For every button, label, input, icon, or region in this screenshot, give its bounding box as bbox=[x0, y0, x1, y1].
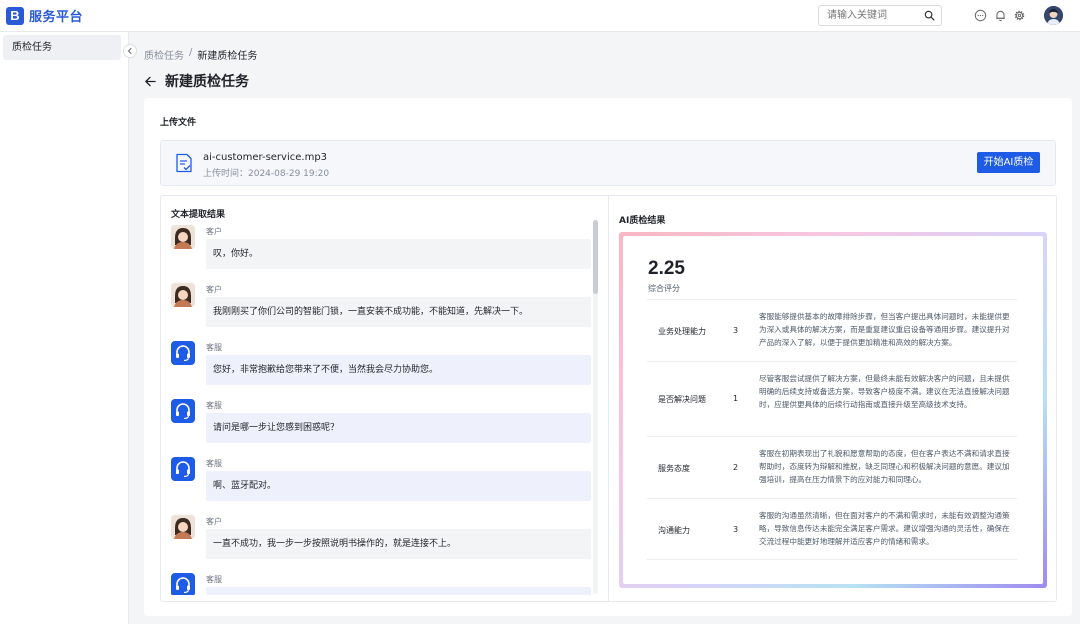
breadcrumb: 质检任务 / 新建质检任务 bbox=[144, 47, 257, 62]
page-title: 新建质检任务 bbox=[165, 74, 249, 90]
message-role: 客户 bbox=[206, 227, 222, 236]
eval-description: 尽管客服尝试提供了解决方案，但最终未能有效解决客户的问题，且未提供明确的后续支持… bbox=[759, 374, 1010, 409]
eval-description: 客服在初期表现出了礼貌和愿意帮助的态度，但在客户表达不满和请求直接帮助时，态度转… bbox=[759, 449, 1010, 484]
page-title-row: 新建质检任务 bbox=[144, 71, 249, 91]
eval-description: 客服的沟通虽然清晰，但在面对客户的不满和需求时，未能有效调整沟通策略，导致信息传… bbox=[759, 511, 1010, 546]
eval-score: 2 bbox=[733, 463, 739, 472]
sidebar-collapse-button[interactable] bbox=[123, 44, 137, 58]
transcript-section-label: 文本提取结果 bbox=[171, 210, 226, 220]
chevron-left-icon bbox=[127, 48, 132, 54]
customer-avatar bbox=[171, 283, 195, 307]
logo[interactable]: B 服务平台 bbox=[6, 6, 83, 25]
start-ai-qc-button[interactable]: 开始AI质检 bbox=[977, 152, 1040, 173]
message-role: 客户 bbox=[206, 517, 222, 526]
agent-avatar bbox=[171, 399, 195, 423]
bell-icon[interactable] bbox=[994, 9, 1007, 22]
eval-score: 3 bbox=[733, 525, 739, 534]
eval-dimension: 服务态度 bbox=[658, 464, 690, 473]
message-bubble: 我刚刚买了你们公司的智能门锁，一直安装不成功能，不能知道，先解决一下。 bbox=[206, 297, 591, 327]
message-role: 客户 bbox=[206, 285, 222, 294]
search-icon[interactable] bbox=[924, 10, 935, 21]
top-header: B 服务平台 bbox=[0, 0, 1080, 32]
search-input[interactable] bbox=[819, 6, 919, 25]
list-item: 客服 bbox=[171, 573, 591, 595]
back-arrow-icon[interactable] bbox=[144, 75, 157, 88]
table-row: 是否解决问题 1 尽管客服尝试提供了解决方案，但最终未能有效解决客户的问题，且未… bbox=[647, 361, 1017, 436]
list-item: 客服 啊、蓝牙配对。 bbox=[171, 457, 591, 515]
message-role: 客服 bbox=[206, 401, 222, 410]
sidebar: 质检任务 bbox=[0, 32, 129, 624]
list-item: 客户 我刚刚买了你们公司的智能门锁，一直安装不成功能，不能知道，先解决一下。 bbox=[171, 283, 591, 341]
breadcrumb-parent[interactable]: 质检任务 bbox=[144, 47, 184, 62]
eval-dimension: 业务处理能力 bbox=[658, 327, 706, 336]
logo-mark: B bbox=[6, 6, 24, 25]
breadcrumb-separator: / bbox=[189, 47, 193, 58]
headset-icon bbox=[176, 345, 190, 362]
table-row: 服务态度 2 客服在初期表现出了礼貌和愿意帮助的态度，但在客户表达不满和请求直接… bbox=[647, 436, 1017, 498]
eval-dimension: 沟通能力 bbox=[658, 526, 690, 535]
ai-result-panel: AI质检结果 2.25 综合评分 业务处理能力 3 客服能够提供基本的故障排除步… bbox=[608, 195, 1057, 602]
overall-score: 2.25 bbox=[648, 258, 685, 279]
eval-score: 1 bbox=[733, 394, 739, 403]
message-role: 客服 bbox=[206, 343, 222, 352]
eval-score: 3 bbox=[733, 326, 739, 335]
ai-result-section-label: AI质检结果 bbox=[619, 216, 666, 226]
agent-avatar bbox=[171, 457, 195, 481]
app-name: 服务平台 bbox=[29, 10, 84, 25]
eval-description: 客服能够提供基本的故障排除步骤，但当客户提出具体问题时，未能提供更为深入或具体的… bbox=[759, 312, 1010, 347]
file-name: ai-customer-service.mp3 bbox=[203, 152, 328, 163]
scrollbar-thumb[interactable] bbox=[593, 220, 598, 294]
headset-icon bbox=[176, 461, 190, 478]
list-item: 客服 请问是哪一步让您感到困惑呢？ bbox=[171, 399, 591, 457]
breadcrumb-current: 新建质检任务 bbox=[197, 51, 258, 62]
message-bubble: 您好，非常抱歉给您带来了不便，当然我会尽力协助您。 bbox=[206, 355, 591, 385]
scrollbar[interactable] bbox=[593, 220, 598, 594]
sidebar-item-qc-tasks[interactable]: 质检任务 bbox=[3, 35, 121, 60]
overall-score-label: 综合评分 bbox=[648, 284, 680, 293]
message-bubble: 请问是哪一步让您感到困惑呢？ bbox=[206, 413, 591, 443]
message-bubble bbox=[206, 587, 591, 595]
transcript-panel: 文本提取结果 客户 叹，你好。 客户 我刚刚买了你们公司的智能门锁，一直安装不成… bbox=[160, 195, 609, 602]
headset-icon bbox=[176, 577, 190, 594]
user-avatar[interactable] bbox=[1044, 6, 1063, 25]
eval-dimension: 是否解决问题 bbox=[658, 395, 706, 404]
search-box[interactable] bbox=[818, 5, 942, 26]
file-upload-time: 上传时间：2024-08-29 19:20 bbox=[203, 169, 330, 179]
message-role: 客服 bbox=[206, 575, 222, 584]
list-item: 客户 叹，你好。 bbox=[171, 225, 591, 283]
customer-avatar bbox=[171, 225, 195, 249]
main-card: 上传文件 ai-customer-service.mp3 上传时间：2024-0… bbox=[144, 98, 1072, 616]
document-icon bbox=[176, 153, 192, 173]
message-list: 客户 叹，你好。 客户 我刚刚买了你们公司的智能门锁，一直安装不成功能，不能知道… bbox=[171, 225, 591, 595]
upload-section-label: 上传文件 bbox=[160, 118, 197, 128]
list-item: 客服 您好，非常抱歉给您带来了不便，当然我会尽力协助您。 bbox=[171, 341, 591, 399]
customer-avatar bbox=[171, 515, 195, 539]
table-row: 业务处理能力 3 客服能够提供基本的故障排除步骤，但当客户提出具体问题时，未能提… bbox=[647, 299, 1017, 361]
gear-icon[interactable] bbox=[1013, 9, 1026, 22]
headset-icon bbox=[176, 403, 190, 420]
message-bubble: 啊、蓝牙配对。 bbox=[206, 471, 591, 501]
message-icon[interactable] bbox=[974, 9, 987, 22]
table-row: 沟通能力 3 客服的沟通虽然清晰，但在面对客户的不满和需求时，未能有效调整沟通策… bbox=[647, 498, 1017, 560]
message-role: 客服 bbox=[206, 459, 222, 468]
evaluation-table: 业务处理能力 3 客服能够提供基本的故障排除步骤，但当客户提出具体问题时，未能提… bbox=[647, 299, 1017, 560]
ai-result-frame: 2.25 综合评分 业务处理能力 3 客服能够提供基本的故障排除步骤，但当客户提… bbox=[619, 232, 1047, 588]
message-bubble: 叹，你好。 bbox=[206, 239, 591, 269]
agent-avatar bbox=[171, 341, 195, 365]
agent-avatar bbox=[171, 573, 195, 595]
list-item: 客户 一直不成功，我一步一步按照说明书操作的，就是连接不上。 bbox=[171, 515, 591, 573]
uploaded-file: ai-customer-service.mp3 上传时间：2024-08-29 … bbox=[160, 140, 1056, 186]
message-bubble: 一直不成功，我一步一步按照说明书操作的，就是连接不上。 bbox=[206, 529, 591, 559]
